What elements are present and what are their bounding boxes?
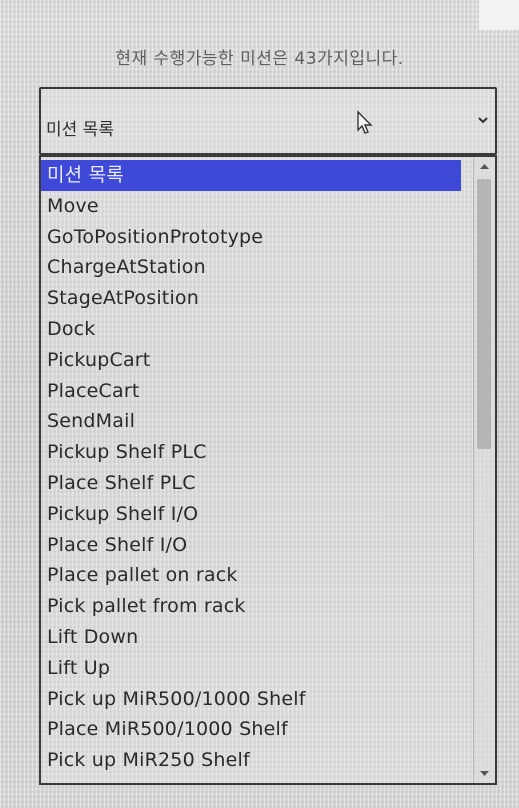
list-item[interactable]: Place Shelf I/O xyxy=(41,530,473,561)
list-item[interactable]: Pick up MiR500/1000 Shelf xyxy=(41,684,473,715)
mission-list: 미션 목록 Move GoToPositionPrototype ChargeAtSt… xyxy=(41,160,473,776)
list-item[interactable]: StageAtPosition xyxy=(41,283,473,314)
scrollbar-thumb[interactable] xyxy=(477,179,491,449)
list-item[interactable]: Lift Down xyxy=(41,622,473,653)
scroll-down-icon[interactable] xyxy=(474,763,495,783)
list-item[interactable]: PlaceCart xyxy=(41,376,473,407)
chevron-down-icon[interactable] xyxy=(477,115,489,125)
list-item[interactable]: SendMail xyxy=(41,406,473,437)
list-item[interactable]: Pick pallet from rack xyxy=(41,591,473,622)
mouse-cursor-icon xyxy=(357,110,373,134)
mission-select-value: 미션 목록 xyxy=(46,120,114,140)
mission-count-text: 현재 수행가능한 미션은 43가지입니다. xyxy=(115,49,404,69)
list-item-selected[interactable]: 미션 목록 xyxy=(41,160,461,191)
list-item[interactable]: Pickup Shelf I/O xyxy=(41,499,473,530)
background-highlight xyxy=(479,0,519,30)
list-item[interactable]: Pick up MiR250 Shelf xyxy=(41,745,473,776)
scroll-up-icon[interactable] xyxy=(474,157,495,177)
mission-select-dropdown[interactable]: 미션 목록 xyxy=(39,87,497,155)
list-item[interactable]: Place MiR500/1000 Shelf xyxy=(41,714,473,745)
mission-listbox[interactable]: 미션 목록 Move GoToPositionPrototype ChargeAtSt… xyxy=(39,155,497,785)
list-item[interactable]: Move xyxy=(41,191,473,222)
listbox-scrollbar[interactable] xyxy=(473,157,495,783)
list-item[interactable]: Lift Up xyxy=(41,653,473,684)
list-item[interactable]: GoToPositionPrototype xyxy=(41,222,473,253)
list-item[interactable]: Place pallet on rack xyxy=(41,560,473,591)
list-item[interactable]: PickupCart xyxy=(41,345,473,376)
list-item[interactable]: Pickup Shelf PLC xyxy=(41,437,473,468)
list-item[interactable]: Dock xyxy=(41,314,473,345)
list-item[interactable]: Place Shelf PLC xyxy=(41,468,473,499)
list-item[interactable]: ChargeAtStation xyxy=(41,252,473,283)
